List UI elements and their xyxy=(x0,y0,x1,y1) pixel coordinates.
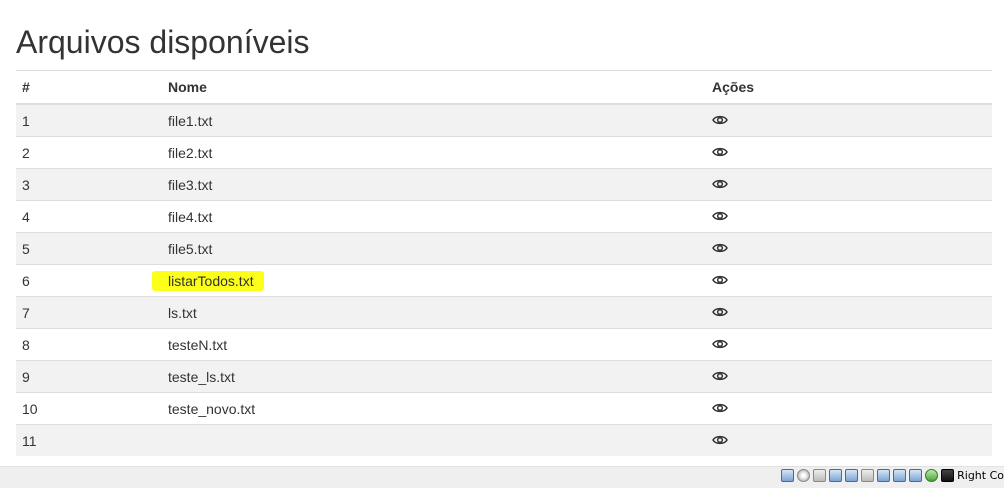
row-actions xyxy=(706,392,992,425)
file-name: teste_ls.txt xyxy=(168,368,235,385)
row-file-name-cell: teste_ls.txt xyxy=(162,360,706,393)
row-number: 6 xyxy=(16,264,162,297)
row-number: 7 xyxy=(16,296,162,329)
network-icon[interactable] xyxy=(829,469,843,482)
eye-icon[interactable] xyxy=(712,145,728,161)
row-file-name-cell: teste_novo.txt xyxy=(162,392,706,425)
row-actions xyxy=(706,360,992,393)
file-name: listarTodos.txt xyxy=(152,270,264,291)
row-file-name-cell: file1.txt xyxy=(162,103,706,137)
audio-icon[interactable] xyxy=(813,469,827,482)
file-name: file5.txt xyxy=(168,240,213,257)
row-actions xyxy=(706,103,992,137)
file-name: teste_novo.txt xyxy=(168,400,256,417)
table-body: 1 file1.txt 2 file2.txt 3 file3.txt 4 file4.txt… xyxy=(16,103,992,456)
row-file-name-cell: testeN.txt xyxy=(162,328,706,361)
file-name: file2.txt xyxy=(168,144,213,161)
row-number: 8 xyxy=(16,328,162,361)
eye-icon[interactable] xyxy=(712,273,728,289)
row-actions xyxy=(706,200,992,233)
table-row: 3 file3.txt xyxy=(16,168,992,201)
row-number: 4 xyxy=(16,200,162,233)
row-number: 5 xyxy=(16,232,162,265)
table-header-row: # Nome Ações xyxy=(16,70,992,105)
files-table: # Nome Ações 1 file1.txt 2 file2.txt 3 file3.… xyxy=(16,70,992,456)
row-file-name-cell: file4.txt xyxy=(162,200,706,233)
row-actions xyxy=(706,264,992,297)
row-actions xyxy=(706,232,992,265)
status-tray: Right Co xyxy=(781,469,1004,482)
table-row: 4 file4.txt xyxy=(16,200,992,233)
file-name: file1.txt xyxy=(168,112,213,129)
table-row: 5 file5.txt xyxy=(16,232,992,265)
row-number: 3 xyxy=(16,168,162,201)
eye-icon[interactable] xyxy=(712,209,728,225)
recording-icon[interactable] xyxy=(909,469,923,482)
table-row: 8 testeN.txt xyxy=(16,328,992,361)
file-name: file3.txt xyxy=(168,176,213,193)
display-icon[interactable] xyxy=(877,469,891,482)
table-row: 6 listarTodos.txt xyxy=(16,264,992,297)
mouse-integration-icon[interactable] xyxy=(941,469,955,482)
row-actions xyxy=(706,424,992,456)
row-number: 10 xyxy=(16,392,162,425)
optical-drive-icon[interactable] xyxy=(797,469,811,482)
header-number: # xyxy=(16,70,162,105)
row-number: 2 xyxy=(16,136,162,169)
row-number: 9 xyxy=(16,360,162,393)
header-actions: Ações xyxy=(706,70,992,105)
file-name: file4.txt xyxy=(168,208,213,225)
file-name: testeN.txt xyxy=(168,336,228,353)
eye-icon[interactable] xyxy=(712,369,728,385)
eye-icon[interactable] xyxy=(712,401,728,417)
eye-icon[interactable] xyxy=(712,177,728,193)
table-row: 10 teste_novo.txt xyxy=(16,392,992,425)
row-file-name-cell xyxy=(162,424,706,456)
row-actions xyxy=(706,168,992,201)
hard-disk-icon[interactable] xyxy=(781,469,795,482)
row-actions xyxy=(706,136,992,169)
table-row: 2 file2.txt xyxy=(16,136,992,169)
eye-icon[interactable] xyxy=(712,113,728,129)
row-actions xyxy=(706,296,992,329)
row-file-name-cell: file3.txt xyxy=(162,168,706,201)
row-file-name-cell: ls.txt xyxy=(162,296,706,329)
shared-folders-icon[interactable] xyxy=(861,469,875,482)
row-actions xyxy=(706,328,992,361)
table-row: 11 xyxy=(16,424,992,456)
cpu-icon[interactable] xyxy=(925,469,939,482)
eye-icon[interactable] xyxy=(712,337,728,353)
eye-icon[interactable] xyxy=(712,241,728,257)
row-number: 11 xyxy=(16,424,162,456)
eye-icon[interactable] xyxy=(712,305,728,321)
host-key-label: Right Co xyxy=(957,469,1004,482)
table-row: 1 file1.txt xyxy=(16,103,992,137)
row-file-name-cell: file5.txt xyxy=(162,232,706,265)
video-capture-icon[interactable] xyxy=(893,469,907,482)
row-file-name-cell: file2.txt xyxy=(162,136,706,169)
row-number: 1 xyxy=(16,103,162,137)
header-name: Nome xyxy=(162,70,706,105)
table-row: 9 teste_ls.txt xyxy=(16,360,992,393)
eye-icon[interactable] xyxy=(712,433,728,449)
vm-status-bar: Right Co xyxy=(0,466,1004,488)
usb-icon[interactable] xyxy=(845,469,859,482)
page-title: Arquivos disponíveis xyxy=(16,24,310,60)
row-file-name-cell: listarTodos.txt xyxy=(152,264,706,297)
file-name: ls.txt xyxy=(168,304,197,321)
table-row: 7 ls.txt xyxy=(16,296,992,329)
